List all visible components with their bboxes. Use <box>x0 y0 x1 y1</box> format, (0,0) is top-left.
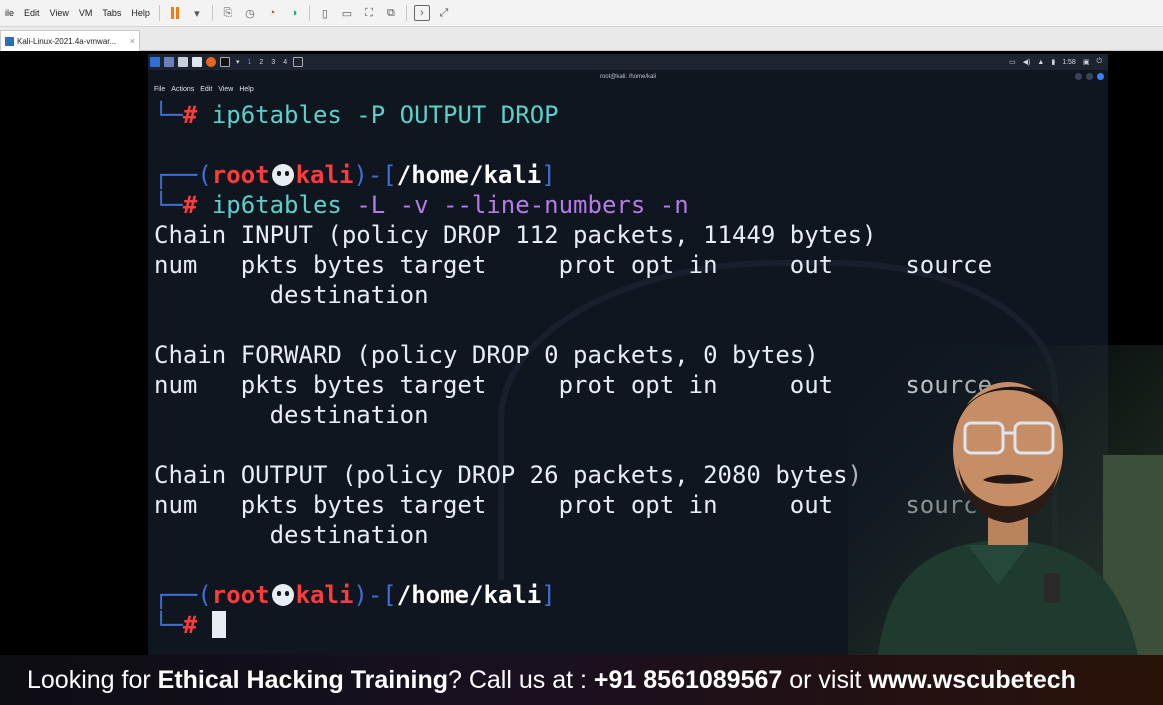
workspace-2[interactable]: 2 <box>255 59 267 66</box>
terminal-title: root@kali: /home/kali <box>599 74 657 80</box>
dropdown-icon[interactable]: ▾ <box>189 5 205 21</box>
kali-menu-icon[interactable] <box>150 57 160 67</box>
prompt-user: root <box>211 161 270 189</box>
pause-icon[interactable] <box>167 5 183 21</box>
console-icon[interactable]: › <box>413 5 430 21</box>
lock-icon[interactable]: ▣ <box>1083 58 1090 66</box>
output-line: Chain OUTPUT (policy DROP 26 packets, 20… <box>154 461 863 489</box>
workspace-3[interactable]: 3 <box>267 59 279 66</box>
output-line: destination <box>154 401 429 429</box>
menu-tabs[interactable]: Tabs <box>97 8 126 18</box>
minimize-icon[interactable] <box>1075 73 1082 80</box>
prompt-line: ┌──(root kali)-[/home/kali] <box>154 581 556 609</box>
lav-mic <box>1044 573 1060 603</box>
chevron-down-icon[interactable]: ▾ <box>232 58 244 66</box>
revert-snapshot-icon[interactable]: ◔ <box>264 5 280 21</box>
output-line: destination <box>154 281 429 309</box>
close-icon[interactable]: × <box>130 36 135 46</box>
command-line: └─# ip6tables -L -v --line-numbers -n <box>154 191 689 219</box>
prev-command-line: └─# ip6tables -P OUTPUT DROP <box>154 101 559 129</box>
term-menu-actions[interactable]: Actions <box>171 86 194 93</box>
workspace-1[interactable]: 1 <box>244 59 256 66</box>
input-line[interactable]: └─# <box>154 610 226 640</box>
banner-text-mid2: or visit <box>782 666 869 694</box>
output-line: Chain FORWARD (policy DROP 0 packets, 0 … <box>154 341 819 369</box>
banner-training: Ethical Hacking Training <box>157 666 448 694</box>
workspace-4[interactable]: 4 <box>279 59 291 66</box>
prompt-user: root <box>211 581 270 609</box>
panel-tray: ▭ ◀) ▲ ▮ 1:58 ▣ ⏻ <box>1009 58 1108 66</box>
skull-icon <box>271 164 294 186</box>
vmware-tab-row: Kali-Linux-2021.4a-vmwar... × <box>0 27 1163 51</box>
vmware-menubar: ile Edit View VM Tabs Help ▾ ⎘ ◷ ◔ ◑ ▯ ▭… <box>0 0 1163 27</box>
snapshot-icon[interactable]: ◷ <box>242 5 258 21</box>
stretch-icon[interactable]: ⤢ <box>436 5 452 21</box>
close-icon[interactable] <box>1097 73 1104 80</box>
vm-tab[interactable]: Kali-Linux-2021.4a-vmwar... × <box>0 30 140 51</box>
menu-file[interactable]: ile <box>0 8 19 18</box>
terminal-icon[interactable] <box>220 57 230 67</box>
menu-view[interactable]: View <box>45 8 74 18</box>
output-line: Chain INPUT (policy DROP 112 packets, 11… <box>154 221 877 249</box>
promo-banner: Looking for Ethical Hacking Training? Ca… <box>0 655 1163 705</box>
output-line: num pkts bytes target prot opt in out so… <box>154 251 993 279</box>
snapshot-manager-icon[interactable]: ◑ <box>286 5 302 21</box>
menu-vm[interactable]: VM <box>74 8 98 18</box>
prompt-path: /home/kali <box>396 161 542 189</box>
screen-icon[interactable]: ▭ <box>1009 58 1016 66</box>
term-menu-help[interactable]: Help <box>239 86 253 93</box>
terminal-menu: File Actions Edit View Help <box>154 86 254 93</box>
vm-left-margin <box>0 51 148 655</box>
banner-text-pre: Looking for <box>27 666 158 694</box>
skull-icon <box>271 584 294 606</box>
menu-edit[interactable]: Edit <box>19 8 45 18</box>
output-line: destination <box>154 521 429 549</box>
prompt-line: ┌──(root kali)-[/home/kali] <box>154 161 556 189</box>
send-ctrl-alt-del-icon[interactable]: ⎘ <box>220 5 236 21</box>
divider <box>308 5 310 21</box>
vm-tab-label: Kali-Linux-2021.4a-vmwar... <box>17 36 117 46</box>
prompt-path: /home/kali <box>396 581 542 609</box>
command-name: ip6tables <box>211 191 342 219</box>
prompt-host: kali <box>295 161 354 189</box>
term-menu-view[interactable]: View <box>218 86 233 93</box>
clock[interactable]: 1:58 <box>1062 59 1076 66</box>
menu-help[interactable]: Help <box>126 8 155 18</box>
text-cursor <box>211 611 226 638</box>
term-menu-file[interactable]: File <box>154 86 165 93</box>
vm-icon <box>5 36 14 46</box>
banner-phone: +91 8561089567 <box>593 666 783 694</box>
power-icon[interactable]: ⏻ <box>1096 58 1102 66</box>
divider <box>158 5 160 21</box>
firefox-icon[interactable] <box>206 57 216 67</box>
library-icon[interactable]: ▯ <box>317 5 333 21</box>
term-menu-edit[interactable]: Edit <box>200 86 212 93</box>
fullscreen-icon[interactable]: ⛶ <box>361 5 377 21</box>
banner-website: www.wscubetech <box>868 666 1076 694</box>
banner-text-mid: ? Call us at : <box>448 666 594 694</box>
prompt-host: kali <box>295 581 354 609</box>
prev-command-text: ip6tables -P OUTPUT DROP <box>211 101 559 129</box>
terminal-task-icon[interactable] <box>293 57 304 67</box>
kali-top-panel: ▾ 1 2 3 4 ▭ ◀) ▲ ▮ 1:58 ▣ ⏻ <box>148 54 1108 70</box>
notification-icon[interactable]: ▲ <box>1037 59 1044 66</box>
volume-icon[interactable]: ◀) <box>1023 58 1031 66</box>
command-args: -L -v --line-numbers -n <box>356 191 689 219</box>
window-controls <box>1075 73 1104 80</box>
thumbnail-icon[interactable]: ▭ <box>339 5 355 21</box>
desktop-icon[interactable] <box>164 57 174 67</box>
unity-icon[interactable]: ⧉ <box>383 5 399 21</box>
maximize-icon[interactable] <box>1086 73 1093 80</box>
editor-icon[interactable] <box>192 57 202 67</box>
presenter-webcam <box>848 345 1163 655</box>
divider <box>211 5 213 21</box>
battery-icon[interactable]: ▮ <box>1051 58 1055 66</box>
divider <box>405 5 407 21</box>
files-icon[interactable] <box>178 57 188 67</box>
